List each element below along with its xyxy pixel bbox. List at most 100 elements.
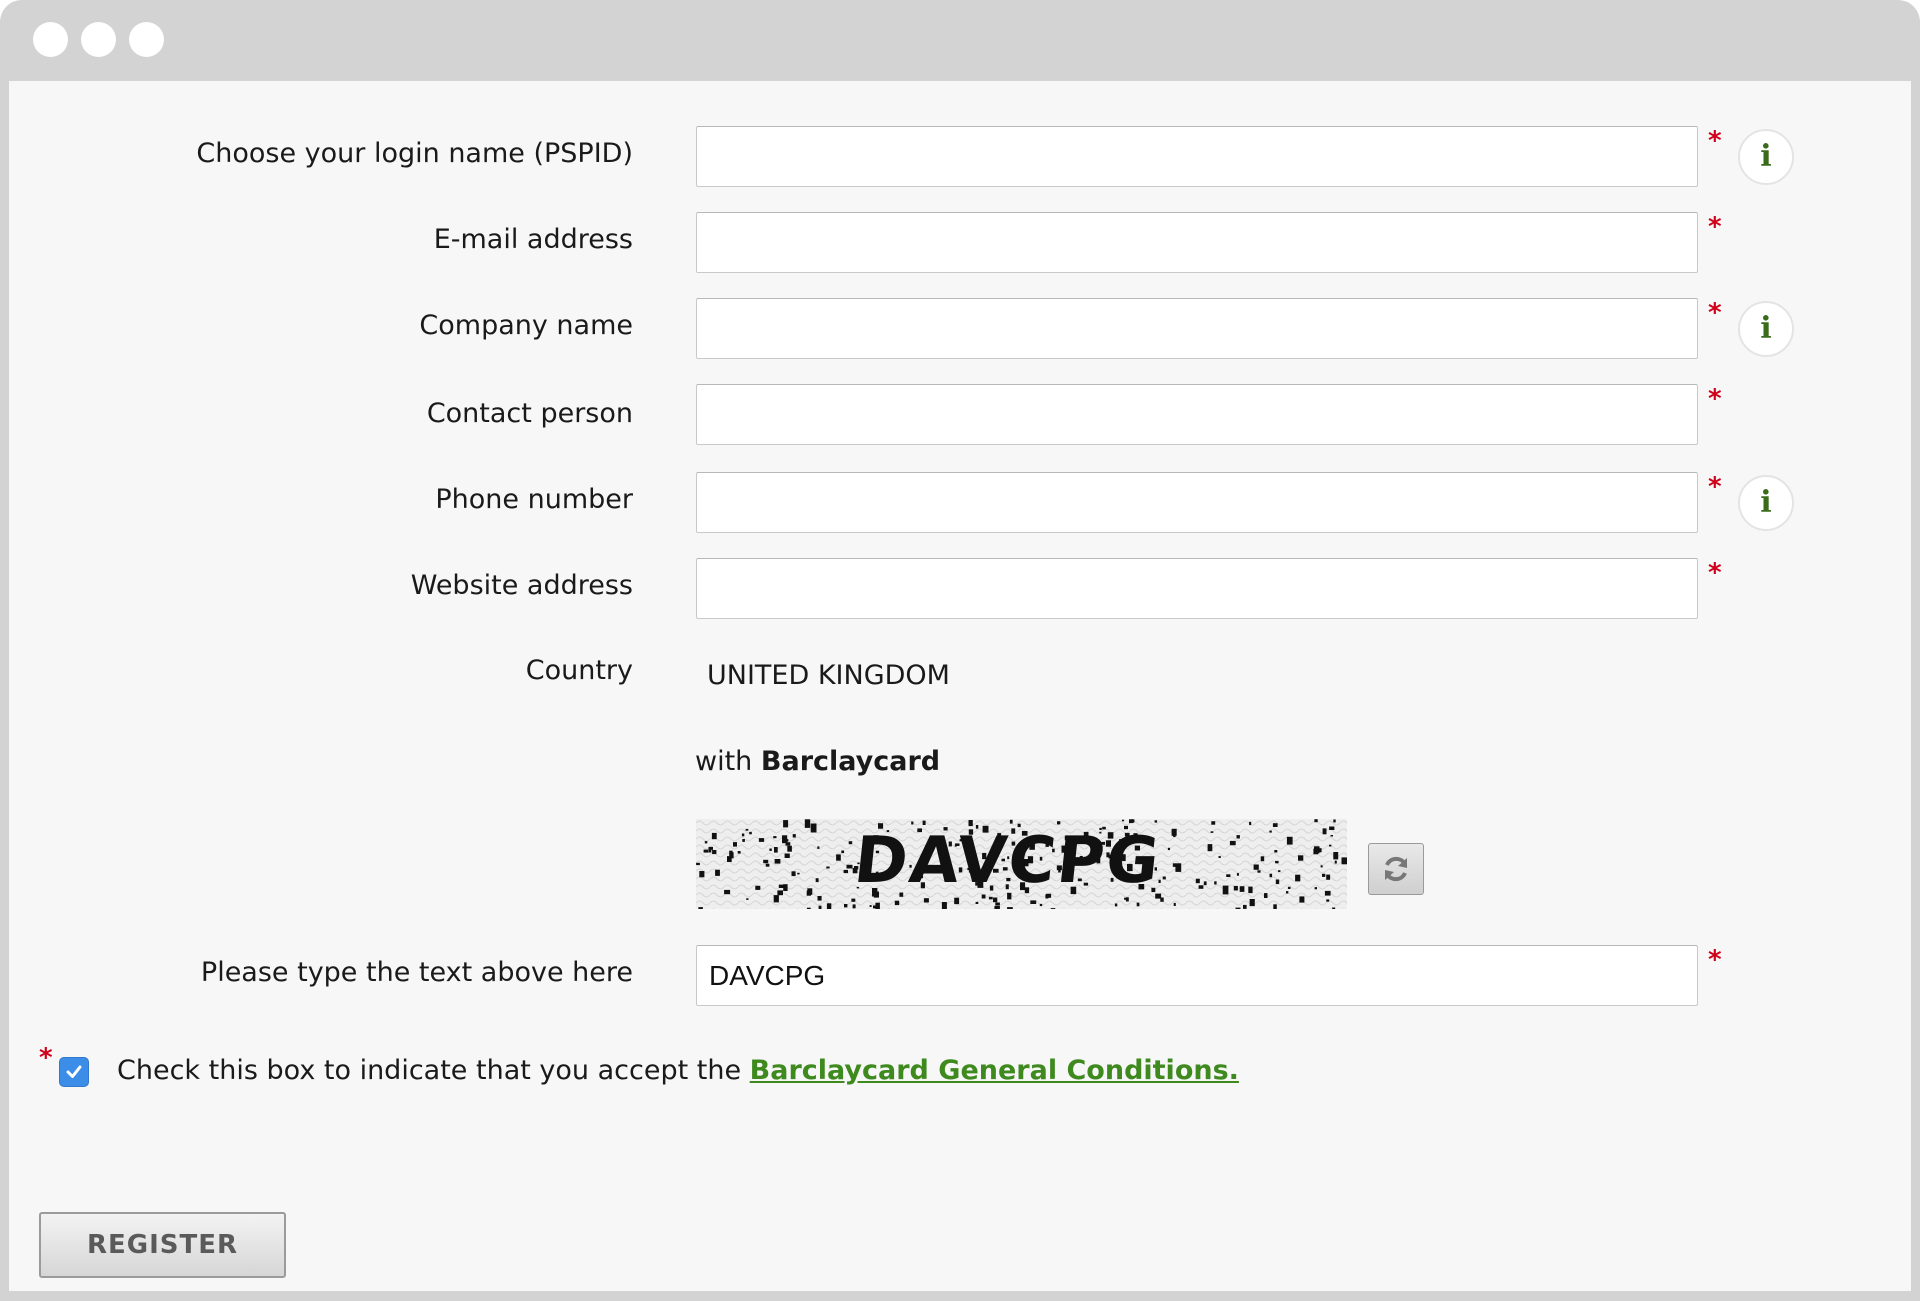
captcha-noise-speck: [1050, 908, 1056, 909]
captcha-noise-speck: [1124, 897, 1127, 900]
captcha-noise-speck: [1326, 874, 1331, 880]
captcha-noise-speck: [1314, 887, 1317, 890]
pspid-input[interactable]: [696, 126, 1698, 187]
company-info-icon[interactable]: i: [1738, 301, 1794, 357]
captcha-noise-speck: [708, 846, 713, 850]
captcha-noise-speck: [1269, 830, 1272, 833]
captcha-noise-speck: [1226, 874, 1231, 877]
phone-number-input[interactable]: [696, 472, 1698, 533]
captcha-noise-speck: [1329, 844, 1332, 847]
captcha-noise-speck: [708, 849, 712, 853]
captcha-noise-speck: [1330, 835, 1333, 837]
captcha-noise-speck: [1320, 865, 1323, 868]
captcha-noise-speck: [1207, 844, 1213, 852]
captcha-noise-speck: [749, 831, 752, 835]
captcha-noise-speck: [783, 820, 789, 828]
captcha-noise-speck: [1229, 840, 1236, 846]
window-dot-minimize[interactable]: [81, 22, 116, 57]
captcha-noise-speck: [807, 888, 813, 895]
company-name-label: Company name: [419, 310, 633, 341]
captcha-noise-speck: [773, 895, 779, 903]
checkmark-icon: [66, 1065, 82, 1078]
captcha-noise-speck: [844, 904, 848, 908]
country-label: Country: [525, 655, 633, 686]
captcha-noise-speck: [1299, 896, 1305, 903]
captcha-noise-speck: [841, 850, 845, 854]
captcha-noise-speck: [826, 903, 832, 909]
captcha-noise-speck: [1334, 860, 1337, 864]
captcha-noise-speck: [1030, 900, 1037, 904]
register-button[interactable]: REGISTER: [39, 1212, 286, 1278]
window-dot-close[interactable]: [33, 22, 68, 57]
captcha-noise-speck: [769, 848, 772, 851]
captcha-noise-speck: [810, 823, 817, 833]
captcha-noise-speck: [729, 850, 733, 856]
pspid-label: Choose your login name (PSPID): [196, 138, 633, 169]
captcha-noise-speck: [804, 819, 811, 828]
captcha-noise-speck: [1195, 878, 1200, 884]
captcha-noise-speck: [1314, 819, 1318, 823]
captcha-noise-speck: [1329, 826, 1335, 830]
captcha-noise-speck: [826, 866, 830, 869]
captcha-noise-speck: [1136, 902, 1140, 907]
required-marker: *: [1708, 558, 1722, 588]
contact-person-label: Contact person: [426, 398, 633, 429]
captcha-noise-speck: [1287, 886, 1291, 889]
general-conditions-link[interactable]: Barclaycard General Conditions.: [750, 1055, 1239, 1086]
captcha-noise-speck: [1322, 828, 1327, 835]
browser-window: Choose your login name (PSPID) * i E-mai…: [0, 0, 1920, 1301]
required-marker: *: [1708, 126, 1722, 156]
captcha-noise-speck: [703, 849, 709, 853]
captcha-noise-speck: [1257, 870, 1261, 873]
captcha-noise-speck: [817, 846, 820, 849]
captcha-noise-speck: [815, 878, 819, 883]
window-dot-maximize[interactable]: [129, 22, 164, 57]
captcha-noise-speck: [737, 851, 741, 854]
required-marker: *: [1708, 212, 1722, 242]
captcha-noise-speck: [1273, 904, 1277, 909]
contact-person-input[interactable]: [696, 384, 1698, 445]
phone-number-label: Phone number: [435, 484, 633, 515]
captcha-noise-speck: [1039, 903, 1043, 907]
captcha-noise-speck: [1333, 852, 1339, 860]
captcha-noise-speck: [765, 863, 770, 867]
captcha-noise-speck: [724, 889, 731, 895]
captcha-noise-speck: [852, 904, 856, 909]
captcha-refresh-button[interactable]: [1368, 843, 1424, 895]
captcha-noise-speck: [696, 862, 700, 866]
captcha-noise-speck: [1286, 836, 1293, 845]
captcha-noise-speck: [711, 832, 717, 840]
captcha-noise-speck: [699, 871, 705, 878]
acquirer-brand: Barclaycard: [760, 746, 941, 777]
captcha-noise-speck: [1326, 899, 1330, 902]
captcha-noise-speck: [869, 905, 872, 907]
captcha-noise-speck: [817, 896, 822, 901]
captcha-noise-speck: [851, 898, 856, 902]
accept-terms-checkbox[interactable]: [59, 1057, 89, 1087]
email-input[interactable]: [696, 212, 1698, 273]
captcha-noise-speck: [1313, 848, 1319, 855]
captcha-noise-speck: [1272, 823, 1278, 827]
company-name-input[interactable]: [696, 298, 1698, 359]
captcha-noise-speck: [1203, 881, 1207, 886]
captcha-noise-speck: [1333, 819, 1336, 823]
acquirer-prefix: with: [695, 746, 753, 777]
captcha-noise-speck: [1269, 873, 1273, 878]
captcha-noise-speck: [993, 897, 998, 903]
accept-terms-label: Check this box to indicate that you acce…: [117, 1055, 742, 1086]
captcha-noise-speck: [1210, 831, 1214, 833]
phone-info-icon[interactable]: i: [1738, 475, 1794, 531]
website-input[interactable]: [696, 558, 1698, 619]
captcha-input[interactable]: [696, 945, 1698, 1006]
captcha-noise-speck: [894, 900, 900, 906]
accept-terms-text: Check this box to indicate that you acce…: [117, 1051, 1239, 1091]
captcha-noise-speck: [777, 890, 783, 896]
captcha-noise-speck: [1324, 890, 1331, 896]
captcha-noise-speck: [712, 850, 717, 855]
captcha-noise-speck: [1122, 819, 1125, 822]
captcha-noise-speck: [1248, 886, 1253, 894]
captcha-text: DAVCPG: [851, 823, 1165, 898]
pspid-info-icon[interactable]: i: [1738, 129, 1794, 185]
captcha-noise-speck: [1198, 885, 1204, 889]
captcha-noise-speck: [1175, 863, 1182, 872]
